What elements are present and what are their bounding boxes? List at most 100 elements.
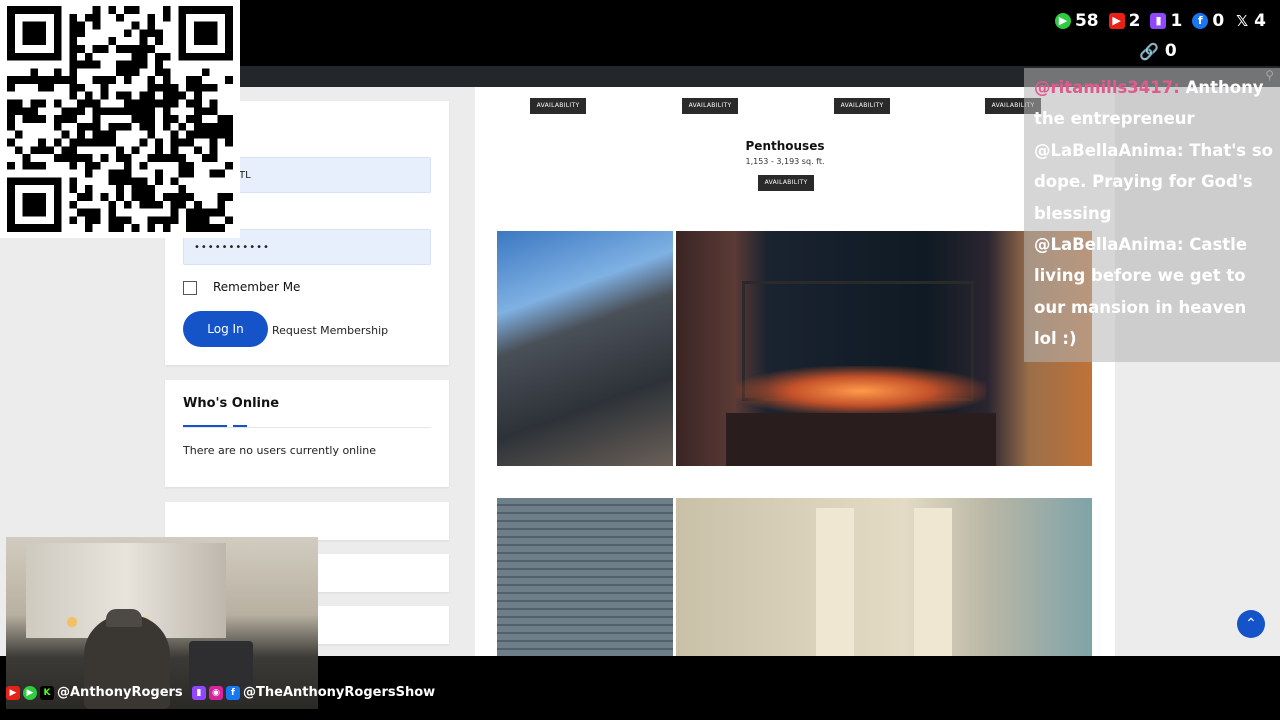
scroll-to-top-button[interactable]: ⌃ — [1237, 610, 1265, 638]
qr-module — [92, 44, 101, 53]
qr-module — [53, 154, 62, 162]
qr-code-graphic — [7, 6, 233, 232]
youtube-count: 2 — [1128, 11, 1141, 31]
qr-module — [116, 193, 124, 201]
stream-screen: ⚲ TL ••••••••••• Remember Me Log In Requ… — [0, 0, 1280, 720]
qr-module — [162, 115, 171, 123]
qr-module — [178, 161, 187, 170]
handle-text: @TheAnthonyRogersShow — [243, 685, 436, 700]
qr-module — [155, 177, 163, 186]
chat-message: @LaBellaAnima: Castle living before we g… — [1034, 229, 1274, 355]
qr-module — [116, 146, 124, 155]
qr-module — [30, 76, 39, 84]
qr-module — [69, 115, 78, 123]
qr-module — [131, 193, 140, 201]
qr-module — [77, 107, 85, 116]
qr-module — [131, 224, 140, 232]
qr-module — [217, 208, 226, 217]
availability-button[interactable]: AVAILABILITY — [530, 98, 586, 114]
floorplans-panel: AVAILABILITY AVAILABILITY AVAILABILITY A… — [475, 87, 1115, 656]
qr-module — [186, 169, 195, 178]
qr-module — [7, 107, 15, 116]
log-in-button[interactable]: Log In — [183, 311, 268, 347]
x-icon: 𝕏 — [1236, 12, 1249, 30]
qr-module — [84, 154, 93, 162]
qr-module — [162, 76, 171, 84]
qr-module — [84, 13, 93, 22]
qr-module — [201, 224, 210, 232]
qr-module — [225, 216, 233, 225]
qr-module — [69, 91, 78, 100]
whos-online-widget: Who's Online There are no users currentl… — [165, 380, 449, 487]
qr-module — [147, 154, 156, 162]
qr-module — [170, 130, 179, 139]
qr-module — [131, 68, 140, 77]
qr-module — [45, 76, 54, 84]
qr-module — [116, 177, 124, 186]
qr-module — [201, 68, 210, 77]
qr-module — [147, 115, 156, 123]
qr-module — [92, 13, 101, 22]
qr-module — [69, 185, 78, 194]
title-underline-accent — [233, 425, 247, 427]
qr-module — [92, 122, 101, 131]
chat-overlay: @ritamills3417: Anthony the entrepreneur… — [1024, 68, 1280, 362]
qr-module — [69, 44, 78, 53]
qr-module — [147, 107, 156, 116]
youtube-icon: ▶ — [6, 685, 20, 700]
facebook-stat: f 0 — [1192, 11, 1224, 31]
qr-module — [170, 83, 179, 92]
qr-module — [14, 130, 23, 139]
qr-module — [162, 99, 171, 108]
qr-module — [139, 91, 148, 100]
qr-module — [178, 185, 187, 194]
qr-module — [38, 99, 46, 108]
qr-module — [201, 154, 210, 162]
qr-module — [69, 138, 78, 147]
qr-module — [201, 83, 210, 92]
qr-module — [147, 216, 156, 225]
qr-module — [77, 99, 85, 108]
availability-button[interactable]: AVAILABILITY — [834, 98, 890, 114]
candle-lights — [736, 366, 986, 416]
qr-module — [123, 177, 132, 186]
play-icon: ▶ — [1054, 13, 1071, 29]
qr-module — [147, 21, 156, 30]
qr-module — [209, 208, 218, 217]
qr-module — [22, 161, 31, 170]
qr-module — [108, 208, 117, 217]
qr-module — [139, 185, 148, 194]
qr-module — [162, 154, 171, 162]
qr-module — [155, 60, 163, 69]
availability-button[interactable]: AVAILABILITY — [682, 98, 738, 114]
qr-module — [45, 146, 54, 155]
remember-me-checkbox[interactable] — [183, 281, 197, 295]
qr-module — [162, 91, 171, 100]
qr-module — [123, 122, 132, 131]
qr-module — [155, 37, 163, 45]
qr-module — [170, 138, 179, 147]
qr-module — [77, 21, 85, 30]
qr-module — [116, 185, 124, 194]
qr-module — [116, 224, 124, 232]
qr-module — [162, 13, 171, 22]
social-handle-right: ▮ ◉ f @TheAnthonyRogersShow — [192, 685, 435, 700]
qr-module — [217, 193, 226, 201]
qr-module — [7, 83, 15, 92]
qr-module — [147, 200, 156, 209]
qr-module — [139, 29, 148, 38]
chat-username: @ritamills3417: — [1034, 78, 1180, 97]
sidebar-widget — [165, 502, 449, 540]
qr-module — [108, 107, 117, 116]
qr-module — [84, 122, 93, 131]
qr-module — [108, 130, 117, 139]
request-membership-link[interactable]: Request Membership — [272, 324, 388, 337]
qr-module — [225, 130, 233, 139]
rumble-icon: ▶ — [23, 685, 37, 700]
qr-module — [147, 193, 156, 201]
qr-module — [186, 99, 195, 108]
penthouses-availability-button[interactable]: AVAILABILITY — [758, 175, 814, 191]
whos-online-text: There are no users currently online — [183, 444, 377, 457]
qr-module — [84, 161, 93, 170]
qr-module — [100, 107, 109, 116]
